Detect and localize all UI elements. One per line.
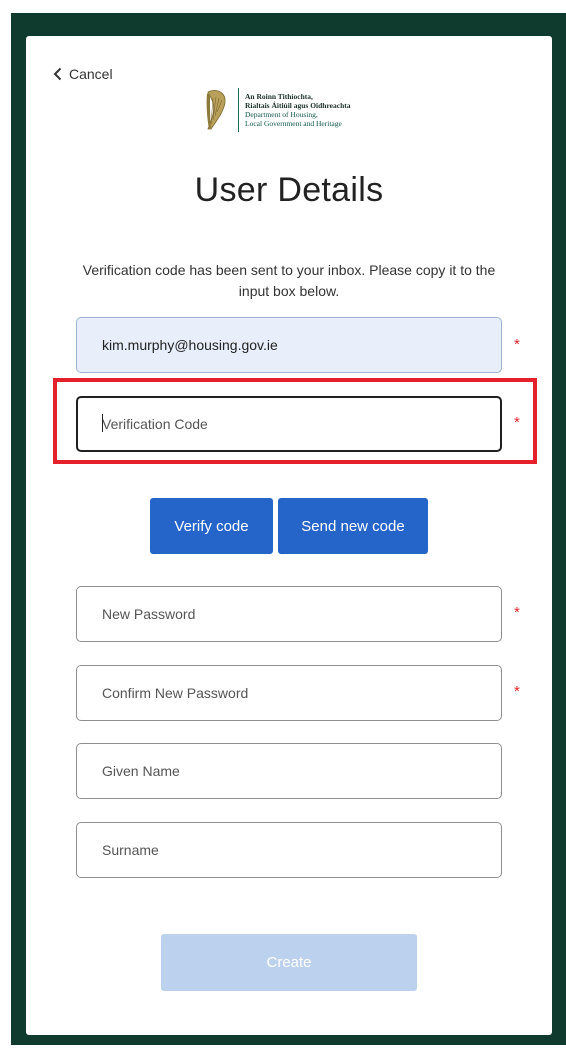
logo-line-4: Local Government and Heritage <box>245 119 342 128</box>
text-cursor <box>102 414 103 432</box>
cancel-link[interactable]: Cancel <box>53 66 113 82</box>
create-button[interactable]: Create <box>161 934 417 991</box>
verification-required-marker: * <box>514 414 520 431</box>
surname-input[interactable] <box>76 822 502 878</box>
user-details-card: Cancel An Roinn Tithíochta, Rialtais Áit… <box>26 36 552 1035</box>
email-field[interactable] <box>76 317 502 373</box>
email-required-marker: * <box>514 336 520 353</box>
chevron-left-icon <box>53 67 62 81</box>
verification-code-input[interactable] <box>76 396 502 452</box>
verify-code-button[interactable]: Verify code <box>150 498 273 554</box>
verification-instructions: Verification code has been sent to your … <box>82 262 496 299</box>
logo-line-2: Rialtais Áitiúil agus Oidhreachta <box>245 101 351 110</box>
send-new-code-button[interactable]: Send new code <box>278 498 428 554</box>
new-password-required-marker: * <box>514 604 520 621</box>
confirm-password-required-marker: * <box>514 683 520 700</box>
department-logo: An Roinn Tithíochta, Rialtais Áitiúil ag… <box>202 88 351 132</box>
logo-divider <box>238 88 239 132</box>
page-title: User Details <box>194 171 384 209</box>
logo-line-1: An Roinn Tithíochta, <box>245 92 313 101</box>
cancel-label: Cancel <box>69 66 113 82</box>
logo-text: An Roinn Tithíochta, Rialtais Áitiúil ag… <box>245 92 351 128</box>
given-name-input[interactable] <box>76 743 502 799</box>
confirm-password-input[interactable] <box>76 665 502 721</box>
logo-line-3: Department of Housing, <box>245 110 318 119</box>
new-password-input[interactable] <box>76 586 502 642</box>
harp-icon <box>202 88 228 132</box>
